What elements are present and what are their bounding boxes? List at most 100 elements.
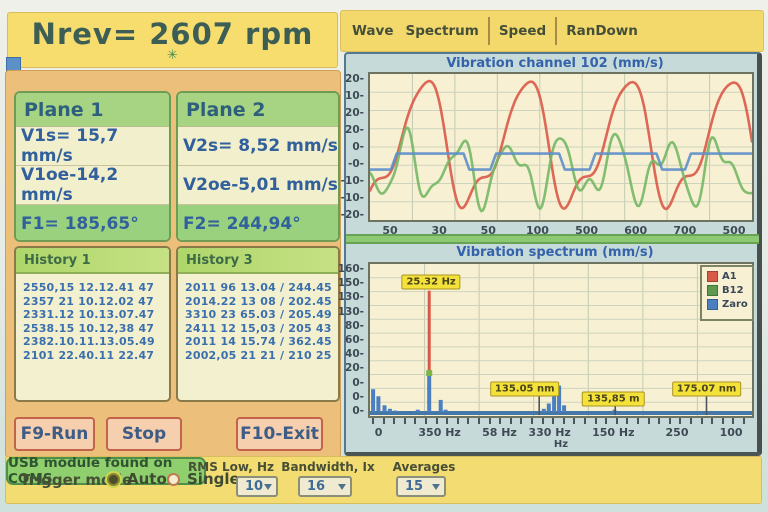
axis-tick	[510, 418, 512, 424]
axis-tick	[626, 418, 628, 424]
y-tick-label: 60-	[345, 334, 364, 346]
list-item[interactable]: 2014.22 13 08 / 202.45	[185, 295, 338, 309]
list-item[interactable]: 2550,15 12.12.41 47	[23, 281, 169, 295]
axis-tick	[446, 418, 448, 424]
history1-title: History 1	[16, 248, 169, 274]
legend-swatch-green	[707, 285, 718, 296]
spectrum-axis-ticks	[368, 418, 754, 426]
y-tick-label: 10-	[345, 90, 364, 102]
y-tick-label: 20-	[345, 362, 364, 374]
history3-body: 2011 96 13.04 / 244.45 2014.22 13 08 / 2…	[178, 274, 338, 362]
bandwidth-dropdown[interactable]: 16	[298, 476, 352, 497]
axis-tick	[732, 418, 734, 424]
plane2-v2oe-value: V2oe-5,01 mm/s	[178, 166, 338, 205]
list-item[interactable]: 2538.15 10.12,38 47	[23, 322, 169, 336]
list-item[interactable]: 2357 21 10.12.02 47	[23, 295, 169, 309]
tab-divider	[555, 17, 557, 45]
axis-tick	[637, 418, 639, 424]
exit-button[interactable]: F10-Exit	[236, 417, 323, 451]
list-item[interactable]: 2011 14 15.74 / 362.45	[185, 335, 338, 349]
y-tick-label: 130-	[338, 306, 364, 318]
rms-low-dropdown[interactable]: 10	[236, 476, 278, 497]
axis-tick	[679, 418, 681, 424]
run-button[interactable]: F9-Run	[14, 417, 95, 451]
y-tick-label: 0-	[352, 141, 364, 153]
tab-divider	[488, 17, 490, 45]
x-tick-label: 350 Hz	[418, 426, 460, 439]
list-item[interactable]: 2101 22.40.11 22.47	[23, 349, 169, 363]
chevron-down-icon	[264, 484, 272, 490]
axis-tick	[573, 418, 575, 424]
list-item[interactable]: 2382.10.11.13.05.49	[23, 335, 169, 349]
tab-spectrum[interactable]: Spectrum	[399, 23, 484, 39]
averages-value: 15	[405, 479, 423, 494]
x-tick-label: 0	[375, 426, 383, 439]
legend-item: Zaro	[707, 299, 752, 310]
legend-swatch-blue	[707, 299, 718, 310]
chart-tabs-bar: Wave Spectrum Speed RanDown	[340, 10, 764, 52]
bandwidth-label: Bandwidth, Ix	[281, 460, 374, 474]
spectrum-legend: A1 B12 Zaro	[700, 265, 754, 321]
axis-tick	[648, 418, 650, 424]
trigger-auto-radio[interactable]	[107, 473, 120, 486]
rpm-header: Nrev= 2607 rpm ✳	[7, 12, 338, 68]
axis-tick	[467, 418, 469, 424]
trigger-single-radio[interactable]	[167, 473, 180, 486]
spectrum-chart-y-axis: 160-150-130-130-80-60-40-20-0-0-0-	[340, 262, 364, 418]
axis-tick	[531, 418, 533, 424]
axis-tick	[489, 418, 491, 424]
spectrum-chart-title: Vibration spectrum (mm/s)	[360, 245, 750, 260]
list-item[interactable]: 2411 12 15,03 / 205 43	[185, 322, 338, 336]
settings-bar: Trigger mode Auto Single RMS Low, Hz 10 …	[5, 456, 762, 504]
tab-randown[interactable]: RanDown	[560, 23, 644, 39]
axis-tick	[605, 418, 607, 424]
bandwidth-value: 16	[307, 479, 325, 494]
axis-tick	[584, 418, 586, 424]
legend-label: B12	[722, 285, 744, 296]
rms-low-label: RMS Low, Hz	[188, 460, 274, 474]
tab-speed[interactable]: Speed	[493, 23, 552, 39]
plane1-title: Plane 1	[16, 93, 169, 127]
axis-tick	[372, 418, 374, 424]
y-tick-label: 150-	[338, 277, 364, 289]
y-tick-label: -10-	[341, 175, 364, 187]
axis-tick	[743, 418, 745, 424]
list-item[interactable]: 2331.12 10.13.07.47	[23, 308, 169, 322]
axis-tick	[552, 418, 554, 424]
axis-tick	[393, 418, 395, 424]
tab-wave[interactable]: Wave	[346, 23, 399, 39]
history3-title: History 3	[178, 248, 338, 274]
axis-tick	[616, 418, 618, 424]
y-tick-label: 0-	[352, 391, 364, 403]
averages-dropdown[interactable]: 15	[396, 476, 446, 497]
list-item[interactable]: 3310 23 65.03 / 205.49	[185, 308, 338, 322]
stop-button[interactable]: Stop	[106, 417, 182, 451]
averages-label: Averages	[393, 460, 456, 474]
axis-tick	[711, 418, 713, 424]
y-tick-label: 0-	[352, 405, 364, 417]
legend-item: B12	[707, 285, 752, 296]
y-tick-label: -10-	[341, 192, 364, 204]
x-tick-label: 100	[720, 426, 743, 439]
balancing-app-window: Nrev= 2607 rpm ✳ Wave Spectrum Speed Ran…	[0, 0, 768, 512]
axis-tick	[542, 418, 544, 424]
y-tick-label: 80-	[345, 320, 364, 332]
axis-tick	[520, 418, 522, 424]
list-item[interactable]: 2011 96 13.04 / 244.45	[185, 281, 338, 295]
list-item[interactable]: 2002,05 21 21 / 210 25	[185, 349, 338, 363]
chart-separator	[346, 234, 759, 244]
chevron-down-icon	[432, 484, 440, 490]
axis-tick	[658, 418, 660, 424]
axis-tick	[722, 418, 724, 424]
axis-tick	[701, 418, 703, 424]
x-tick-label: 58 Hz	[482, 426, 517, 439]
wave-chart-plot	[368, 72, 754, 222]
y-tick-label: -20-	[341, 209, 364, 221]
axis-tick	[478, 418, 480, 424]
legend-swatch-red	[707, 271, 718, 282]
plane1-v1s-value: V1s= 15,7 mm/s	[16, 127, 169, 166]
x-tick-label: 330 Hz	[528, 426, 570, 439]
plane2-phase-value: F2= 244,94°	[178, 205, 338, 242]
y-tick-label: -0-	[348, 158, 364, 170]
spectrum-chart-canvas	[370, 264, 752, 416]
